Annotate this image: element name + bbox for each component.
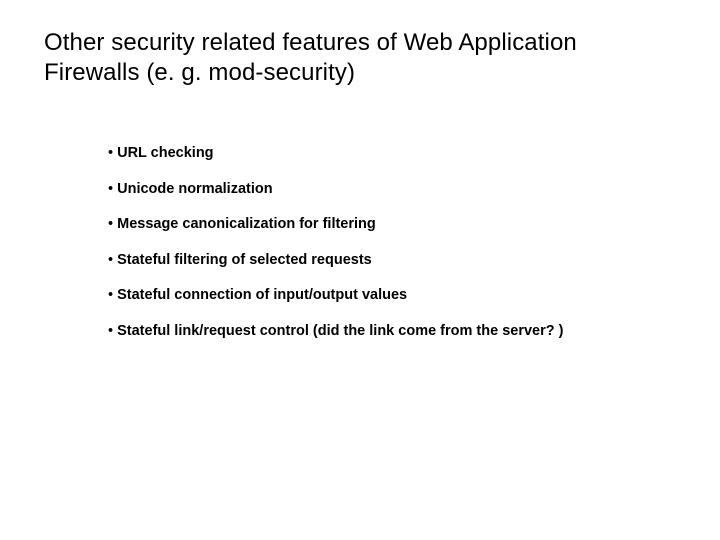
list-item-text: Unicode normalization xyxy=(117,181,273,197)
list-item-text: Message canonicalization for filtering xyxy=(117,216,376,232)
list-item-text: Stateful filtering of selected requests xyxy=(117,252,372,268)
list-item: • Stateful filtering of selected request… xyxy=(108,251,608,271)
list-item: • Unicode normalization xyxy=(108,180,608,200)
list-item: • URL checking xyxy=(108,144,608,164)
list-item-text: Stateful link/request control (did the l… xyxy=(117,323,563,339)
list-item: • Stateful connection of input/output va… xyxy=(108,286,608,306)
list-item-text: URL checking xyxy=(117,145,213,161)
slide: Other security related features of Web A… xyxy=(0,0,720,540)
list-item: • Stateful link/request control (did the… xyxy=(108,322,608,342)
bullet-list: • URL checking • Unicode normalization •… xyxy=(108,144,608,341)
list-item-text: Stateful connection of input/output valu… xyxy=(117,287,407,303)
list-item: • Message canonicalization for filtering xyxy=(108,215,608,235)
slide-title: Other security related features of Web A… xyxy=(44,28,604,88)
